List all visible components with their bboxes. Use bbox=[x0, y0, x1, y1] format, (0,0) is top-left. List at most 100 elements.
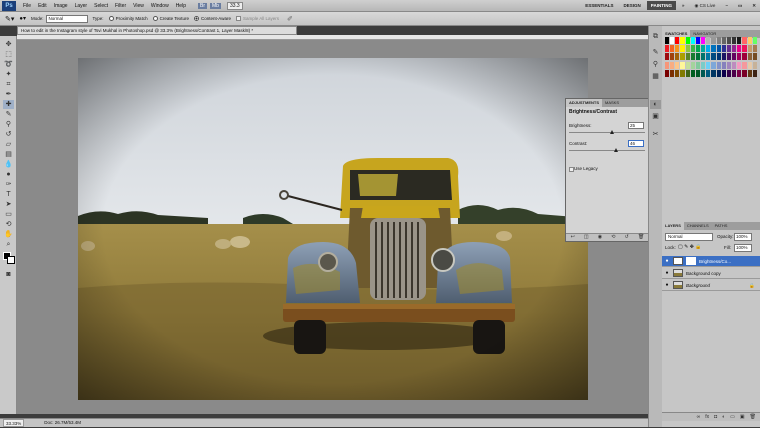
menu-view[interactable]: View bbox=[133, 3, 144, 9]
tool-presets-icon[interactable]: ▦ bbox=[650, 72, 661, 81]
color-swatch[interactable] bbox=[670, 45, 675, 53]
menu-help[interactable]: Help bbox=[176, 3, 186, 9]
menu-filter[interactable]: Filter bbox=[115, 3, 126, 9]
tab-adjustments[interactable]: ADJUSTMENTS bbox=[566, 99, 603, 107]
tab-layers[interactable]: LAYERS bbox=[662, 222, 684, 230]
clone-stamp-tool-icon[interactable]: ⚲ bbox=[3, 120, 14, 129]
color-swatch[interactable] bbox=[675, 61, 680, 69]
menu-select[interactable]: Select bbox=[94, 3, 108, 9]
color-swatch[interactable] bbox=[721, 53, 726, 61]
fx-icon[interactable]: fx bbox=[705, 413, 709, 421]
masks-panel-icon[interactable]: ▣ bbox=[650, 112, 661, 121]
color-swatch[interactable] bbox=[737, 37, 742, 44]
pen-tool-icon[interactable]: ✑ bbox=[3, 180, 14, 189]
minimize-button[interactable]: – bbox=[721, 1, 732, 10]
color-swatch[interactable] bbox=[695, 61, 701, 69]
color-swatch[interactable] bbox=[665, 69, 670, 77]
color-swatch[interactable] bbox=[742, 61, 747, 69]
mask-icon[interactable]: ◘ bbox=[714, 413, 717, 421]
visibility-eye-icon[interactable]: ● bbox=[664, 282, 670, 288]
color-swatch[interactable] bbox=[680, 37, 685, 44]
cs-live-button[interactable]: ◉ CS Live bbox=[690, 1, 719, 10]
document-canvas[interactable] bbox=[78, 58, 588, 400]
color-swatch[interactable] bbox=[747, 61, 752, 69]
color-swatch[interactable] bbox=[726, 37, 732, 44]
color-swatch[interactable] bbox=[690, 69, 695, 77]
color-swatch[interactable] bbox=[726, 61, 732, 69]
document-tab[interactable]: How to edit in the Instagram style of Ts… bbox=[17, 26, 297, 35]
new-layer-icon[interactable]: ▣ bbox=[740, 413, 745, 421]
color-swatch[interactable] bbox=[695, 45, 701, 53]
color-swatch[interactable] bbox=[742, 69, 747, 77]
zoom-tool-icon[interactable]: ⌕ bbox=[3, 240, 14, 249]
proximity-match-radio[interactable] bbox=[108, 16, 114, 21]
quick-select-tool-icon[interactable]: ✦ bbox=[3, 70, 14, 79]
color-swatch[interactable] bbox=[685, 45, 690, 53]
spot-healing-tool-icon[interactable]: ✚ bbox=[3, 100, 14, 109]
color-swatch[interactable] bbox=[665, 61, 670, 69]
color-swatch[interactable] bbox=[701, 45, 706, 53]
contrast-slider[interactable] bbox=[569, 150, 645, 151]
workspace-painting[interactable]: PAINTING bbox=[646, 1, 676, 10]
color-swatch[interactable] bbox=[711, 53, 716, 61]
color-swatch[interactable] bbox=[680, 53, 685, 61]
previous-state-icon[interactable]: ⟲ bbox=[611, 234, 615, 241]
color-swatch[interactable] bbox=[716, 53, 721, 61]
color-swatch[interactable] bbox=[721, 45, 726, 53]
color-swatch[interactable] bbox=[670, 53, 675, 61]
color-swatch[interactable] bbox=[721, 37, 726, 44]
color-swatch[interactable] bbox=[695, 37, 701, 44]
3d-rotate-tool-icon[interactable]: ⟲ bbox=[3, 220, 14, 229]
return-icon[interactable]: ↩ bbox=[571, 234, 575, 241]
layer-background-copy[interactable]: ● Background copy bbox=[662, 268, 760, 279]
menu-file[interactable]: File bbox=[23, 3, 31, 9]
color-swatch[interactable] bbox=[726, 45, 732, 53]
color-swatch[interactable] bbox=[742, 53, 747, 61]
fill-input[interactable]: 100% bbox=[734, 244, 752, 252]
move-tool-icon[interactable]: ✥ bbox=[3, 40, 14, 49]
color-swatch[interactable] bbox=[747, 45, 752, 53]
clip-icon[interactable]: ◫ bbox=[584, 234, 589, 241]
blur-tool-icon[interactable]: 💧 bbox=[3, 160, 14, 169]
color-swatch[interactable] bbox=[690, 45, 695, 53]
visibility-eye-icon[interactable]: ● bbox=[664, 258, 670, 264]
color-swatch[interactable] bbox=[701, 37, 706, 44]
color-swatch[interactable] bbox=[747, 37, 752, 44]
sample-all-layers-checkbox[interactable] bbox=[235, 16, 241, 21]
color-swatch[interactable] bbox=[742, 45, 747, 53]
mode-select[interactable]: Normal bbox=[45, 14, 88, 23]
color-swatch[interactable] bbox=[701, 53, 706, 61]
dodge-tool-icon[interactable]: ● bbox=[3, 170, 14, 179]
color-swatch[interactable] bbox=[737, 45, 742, 53]
color-swatch[interactable] bbox=[737, 61, 742, 69]
color-swatch[interactable] bbox=[716, 61, 721, 69]
brush-tool-icon[interactable]: ✎ bbox=[3, 110, 14, 119]
brightness-slider-thumb[interactable] bbox=[609, 130, 614, 134]
color-swatch[interactable] bbox=[752, 61, 757, 69]
color-swatch[interactable] bbox=[716, 69, 721, 77]
color-swatch[interactable] bbox=[706, 45, 711, 53]
color-swatch[interactable] bbox=[721, 61, 726, 69]
color-swatch[interactable] bbox=[752, 53, 757, 61]
color-swatch[interactable] bbox=[701, 61, 706, 69]
layer-background[interactable]: ● Background 🔒 bbox=[662, 280, 760, 291]
color-swatch[interactable] bbox=[685, 37, 690, 44]
color-swatch[interactable] bbox=[732, 37, 737, 44]
eyedropper-tool-icon[interactable]: ✒ bbox=[3, 90, 14, 99]
color-swatch[interactable] bbox=[732, 69, 737, 77]
clone-source-icon[interactable]: ⚲ bbox=[650, 60, 661, 69]
brightness-input[interactable]: 25 bbox=[628, 122, 644, 129]
color-swatch[interactable] bbox=[737, 69, 742, 77]
link-icon[interactable]: ∞ bbox=[697, 413, 701, 421]
spot-healing-brush-icon[interactable]: ✎▾ bbox=[5, 15, 14, 23]
menu-image[interactable]: Image bbox=[54, 3, 68, 9]
tools-options-icon[interactable]: ✂ bbox=[650, 130, 661, 139]
minibridge-icon[interactable]: Mb bbox=[209, 2, 221, 9]
color-swatch[interactable] bbox=[742, 37, 747, 44]
background-color-swatch[interactable] bbox=[7, 256, 15, 264]
menu-edit[interactable]: Edit bbox=[38, 3, 47, 9]
eraser-tool-icon[interactable]: ▱ bbox=[3, 140, 14, 149]
color-swatch[interactable] bbox=[695, 53, 701, 61]
color-swatch[interactable] bbox=[716, 45, 721, 53]
color-swatch[interactable] bbox=[711, 69, 716, 77]
